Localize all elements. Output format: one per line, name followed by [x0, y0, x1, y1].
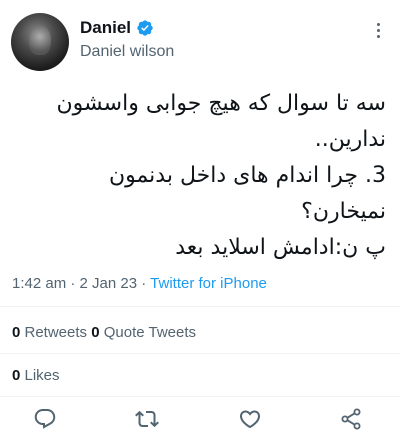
author-handle[interactable]: Daniel wilson [80, 43, 174, 61]
author-display-name[interactable]: Daniel [80, 18, 131, 38]
retweets-stat[interactable]: 0 Retweets [12, 324, 91, 341]
tweet-date[interactable]: 2 Jan 23 [80, 275, 138, 292]
action-bar [0, 402, 400, 436]
tweet-line: ندارین.. [314, 127, 386, 152]
tweet-line: سه تا سوال که هیچ جوابی واسشون [56, 91, 386, 116]
tweet-text: سه تا سوال که هیچ جوابی واسشون ندارین.. … [14, 86, 386, 266]
more-dots-icon[interactable] [368, 20, 388, 40]
tweet-source-link[interactable]: Twitter for iPhone [150, 275, 267, 292]
retweet-stats: 0 Retweets 0 Quote Tweets [12, 324, 196, 341]
heart-icon[interactable] [238, 407, 262, 431]
divider [0, 306, 400, 307]
retweet-icon[interactable] [135, 407, 159, 431]
divider [0, 353, 400, 354]
tweet-header: Daniel Daniel wilson [0, 0, 400, 78]
tweet-line: نمیخارن؟ [301, 199, 386, 224]
reply-icon[interactable] [33, 407, 57, 431]
tweet-meta: 1:42 am · 2 Jan 23 · Twitter for iPhone [12, 275, 267, 292]
verified-badge-icon [137, 20, 153, 36]
author-name-row[interactable]: Daniel [80, 18, 154, 38]
quote-tweets-stat[interactable]: 0 Quote Tweets [91, 324, 196, 341]
retweets-label: Retweets [20, 324, 92, 341]
share-icon[interactable] [339, 407, 363, 431]
likes-label: Likes [20, 367, 60, 384]
meta-separator: · [66, 275, 80, 292]
tweet-line: پ ن:ادامش اسلاید بعد [175, 235, 386, 260]
tweet-time[interactable]: 1:42 am [12, 275, 66, 292]
quote-tweets-label: Quote Tweets [99, 324, 197, 341]
likes-stat[interactable]: 0 Likes [12, 367, 60, 384]
tweet-line: 3. چرا اندام های داخل بدنمون [108, 163, 386, 188]
quote-tweets-count: 0 [91, 324, 100, 341]
divider [0, 396, 400, 397]
avatar[interactable] [11, 13, 69, 71]
meta-separator: · [137, 275, 151, 292]
